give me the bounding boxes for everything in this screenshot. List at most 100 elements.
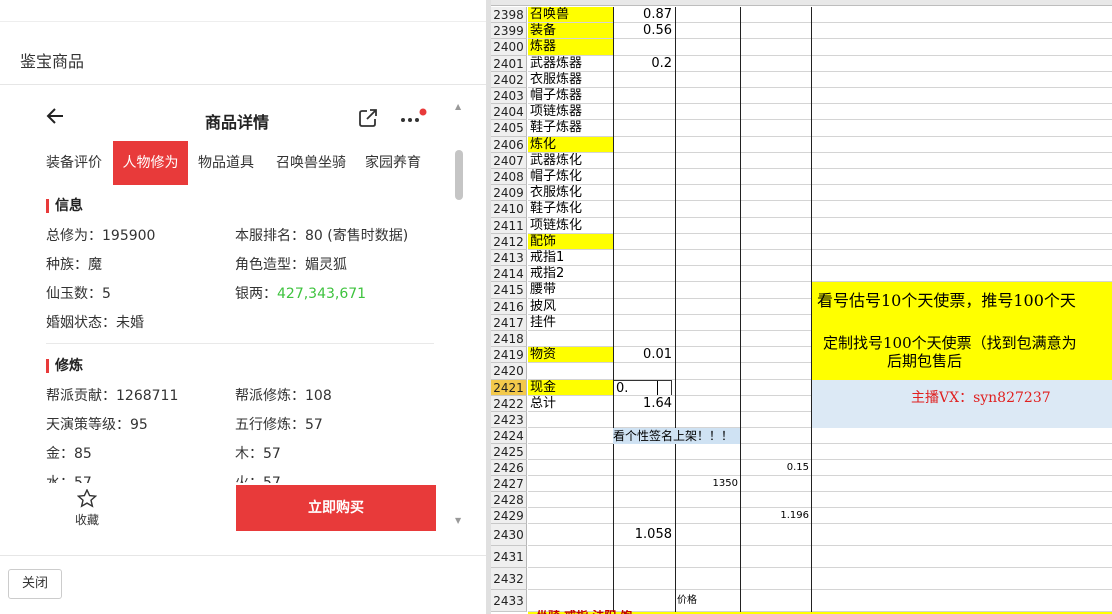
detail-scroll-area[interactable]: 信息 总修为：195900 本服排名：80 (寄售时数据) 种族：魔 角色造型：… [37, 191, 447, 483]
row-header[interactable]: 2430 [491, 524, 527, 547]
tab-equipment-rating[interactable]: 装备评价 [37, 141, 111, 185]
grid-line [528, 459, 1112, 461]
cell-item-name[interactable]: 帽子炼化 [530, 169, 613, 185]
cell-item-name[interactable]: 现金 [530, 380, 613, 396]
cell-item-name[interactable]: 项链炼化 [530, 218, 613, 234]
cell-item-name[interactable]: 配饰 [530, 234, 613, 250]
scroll-down-arrow-icon[interactable]: ▼ [455, 516, 461, 525]
row-header[interactable]: 2429 [491, 508, 527, 525]
row-header[interactable]: 2408 [491, 169, 527, 186]
buy-now-button[interactable]: 立即购买 [236, 485, 436, 531]
dialog-footer-divider [0, 555, 486, 556]
row-header[interactable]: 2415 [491, 282, 527, 299]
cell-item-name[interactable]: 衣服炼器 [530, 72, 613, 88]
row-header[interactable]: 2407 [491, 152, 527, 169]
row-header[interactable]: 2404 [491, 104, 527, 121]
cell-item-name[interactable]: 武器炼化 [530, 153, 613, 169]
cell-value[interactable]: 0.87 [613, 7, 672, 23]
cell-item-name[interactable]: 衣服炼化 [530, 185, 613, 201]
row-header[interactable]: 2403 [491, 88, 527, 105]
row-header[interactable]: 2410 [491, 201, 527, 218]
cell-item-name[interactable]: 武器炼器 [530, 56, 613, 72]
cell-item-name[interactable]: 戒指1 [530, 250, 613, 266]
cell-value[interactable]: 0.2 [613, 56, 672, 72]
cell-price-label[interactable]: 价格 [677, 590, 738, 612]
bottom-partial-text[interactable]: 坐骑 戒指 法阳 饱 [536, 610, 696, 614]
total-cultivation: 总修为：195900 [46, 228, 156, 244]
grid-line [528, 567, 1112, 569]
cell-item-name[interactable]: 总计 [530, 396, 613, 412]
grid-line [528, 103, 1112, 105]
scrollbar-thumb[interactable] [455, 150, 463, 200]
cell-value[interactable]: 1.058 [613, 524, 672, 546]
cell-c-2427[interactable]: 1350 [677, 476, 738, 492]
row-header[interactable]: 2402 [491, 71, 527, 88]
row-header[interactable]: 2423 [491, 412, 527, 429]
close-button[interactable]: 关闭 [8, 569, 62, 599]
cell-value[interactable]: 0.01 [613, 347, 672, 363]
promo-text-valuation[interactable]: 看号估号10个天使票，推号100个天 [817, 288, 1112, 314]
row-header[interactable]: 2427 [491, 476, 527, 493]
spreadsheet[interactable]: 2398 召唤兽 0.87 2399 装备 0.56 2400 炼器 2401 武器炼器 0.2 24… [491, 0, 1112, 614]
row-header[interactable]: 2416 [491, 298, 527, 315]
row-header[interactable]: 2421 [491, 379, 527, 396]
cell-c-2426[interactable]: 0.15 [742, 460, 809, 476]
row-header[interactable]: 2398 [491, 7, 527, 24]
cell-item-name[interactable]: 鞋子炼化 [530, 201, 613, 217]
row-header[interactable]: 2418 [491, 331, 527, 348]
row-header[interactable]: 2426 [491, 460, 527, 477]
tab-items[interactable]: 物品道具 [190, 141, 262, 185]
row-header[interactable]: 2424 [491, 428, 527, 445]
promo-text-custom-find[interactable]: 定制找号100个天使票（找到包满意为 [823, 333, 1112, 353]
row-header[interactable]: 2399 [491, 23, 527, 40]
cell-value[interactable]: 1.64 [613, 396, 672, 412]
grid-line [528, 475, 1112, 477]
cell-c-2429[interactable]: 1.196 [742, 508, 809, 524]
grid-line [528, 265, 1112, 267]
promo-text-after-sale[interactable]: 后期包售后 [887, 351, 1112, 371]
cell-item-name[interactable]: 披风 [530, 299, 613, 315]
favorite-button[interactable]: 收藏 [67, 488, 107, 528]
cell-item-name[interactable]: 召唤兽 [530, 7, 613, 23]
tab-home[interactable]: 家园养育 [359, 141, 427, 185]
row-header[interactable]: 2413 [491, 250, 527, 267]
share-icon[interactable] [359, 109, 377, 127]
row-header[interactable]: 2417 [491, 314, 527, 331]
cell-item-name[interactable]: 帽子炼器 [530, 88, 613, 104]
cell-item-name[interactable]: 腰带 [530, 282, 613, 298]
row-header[interactable]: 2406 [491, 136, 527, 153]
banner-signature[interactable]: 看个性签名上架！！！ [613, 428, 740, 444]
row-header[interactable]: 2400 [491, 39, 527, 56]
row-header[interactable]: 2425 [491, 444, 527, 461]
row-header[interactable]: 2432 [491, 568, 527, 591]
dialog-scrollbar[interactable]: ▲ ▼ [452, 98, 466, 528]
cell-item-name[interactable]: 项链炼器 [530, 104, 613, 120]
row-header[interactable]: 2414 [491, 266, 527, 283]
scroll-up-arrow-icon[interactable]: ▲ [455, 102, 461, 111]
cell-item-name[interactable]: 装备 [530, 23, 613, 39]
cell-item-name[interactable]: 物资 [530, 347, 613, 363]
cell-item-name[interactable]: 挂件 [530, 315, 613, 331]
grid-line [528, 249, 1112, 250]
cell-item-name[interactable]: 炼化 [530, 137, 613, 153]
row-header[interactable]: 2419 [491, 347, 527, 364]
row-header[interactable]: 2405 [491, 120, 527, 137]
tab-character-cultivation[interactable]: 人物修为 [113, 141, 188, 185]
row-header[interactable]: 2431 [491, 546, 527, 569]
row-header[interactable]: 2412 [491, 233, 527, 250]
row-header[interactable]: 2409 [491, 185, 527, 202]
row-header[interactable]: 2428 [491, 492, 527, 509]
cell-item-name[interactable]: 鞋子炼器 [530, 120, 613, 136]
cell-value[interactable]: 0.56 [613, 23, 672, 39]
cell-value[interactable]: 0. [613, 379, 672, 396]
row-header[interactable]: 2422 [491, 395, 527, 412]
cell-item-name[interactable]: 戒指2 [530, 266, 613, 282]
row-header[interactable]: 2401 [491, 55, 527, 72]
more-icon[interactable] [399, 107, 429, 127]
row-header[interactable]: 2411 [491, 217, 527, 234]
row-header[interactable]: 2420 [491, 363, 527, 380]
cell-item-name[interactable]: 炼器 [530, 39, 613, 55]
promo-text-contact[interactable]: 主播VX：syn827237 [911, 388, 1112, 408]
tab-pets-mounts[interactable]: 召唤兽坐骑 [267, 141, 355, 185]
row-header[interactable]: 2433 [491, 590, 527, 613]
